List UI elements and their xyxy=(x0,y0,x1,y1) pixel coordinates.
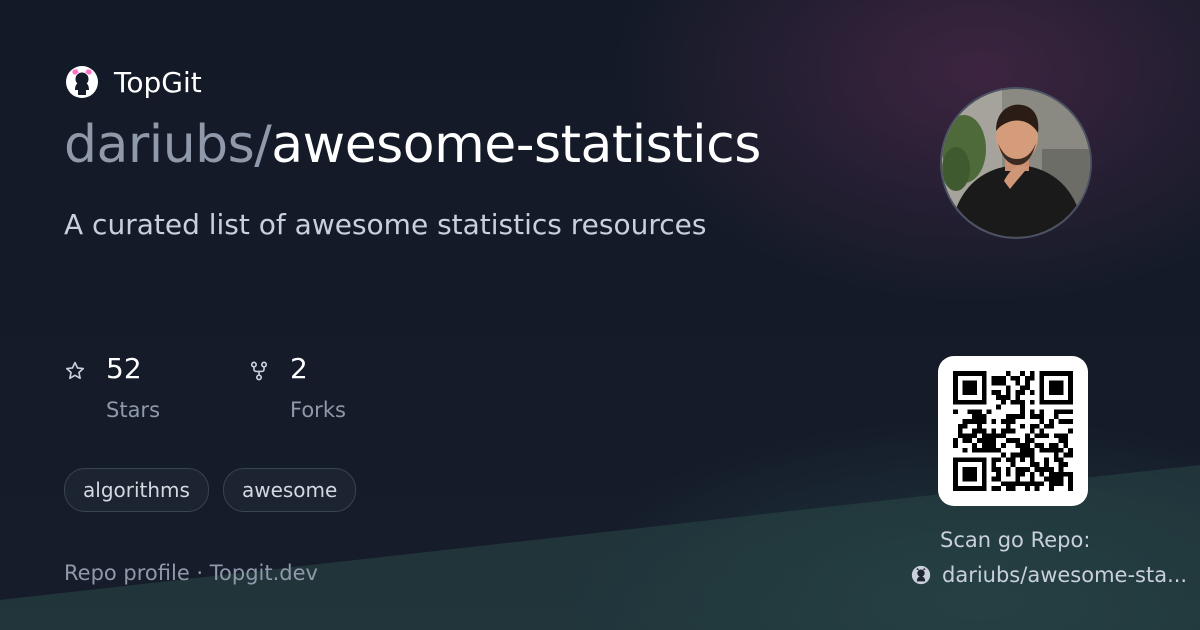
fork-icon xyxy=(250,361,268,381)
forks-count: 2 xyxy=(290,352,308,385)
avatar[interactable] xyxy=(940,87,1092,239)
qr-repo-link-text: dariubs/awesome-sta... xyxy=(942,563,1188,587)
repo-name: awesome-statistics xyxy=(271,115,761,175)
footer-text[interactable]: Repo profile · Topgit.dev xyxy=(64,561,318,585)
stars-label: Stars xyxy=(106,398,161,422)
qr-code-image xyxy=(953,371,1073,491)
tag-awesome[interactable]: awesome xyxy=(222,468,357,512)
forks-label: Forks xyxy=(290,398,346,422)
github-icon xyxy=(911,565,931,585)
repo-description: A curated list of awesome statistics res… xyxy=(64,208,707,241)
repo-title[interactable]: dariubs/awesome-statistics xyxy=(64,115,761,175)
qr-code[interactable] xyxy=(938,356,1088,506)
avatar-image xyxy=(942,89,1090,237)
brand[interactable]: TopGit xyxy=(64,64,202,100)
star-icon xyxy=(65,361,85,380)
topic-tags: algorithms awesome xyxy=(64,468,357,512)
brand-name: TopGit xyxy=(114,65,202,99)
repo-separator: / xyxy=(254,115,272,175)
stars-count: 52 xyxy=(106,352,142,385)
repo-owner: dariubs xyxy=(64,115,255,175)
qr-caption: Scan go Repo: xyxy=(940,528,1091,552)
github-octocat-icon xyxy=(66,66,98,98)
tag-algorithms[interactable]: algorithms xyxy=(64,468,209,512)
qr-repo-link[interactable]: dariubs/awesome-sta... xyxy=(910,563,1187,587)
